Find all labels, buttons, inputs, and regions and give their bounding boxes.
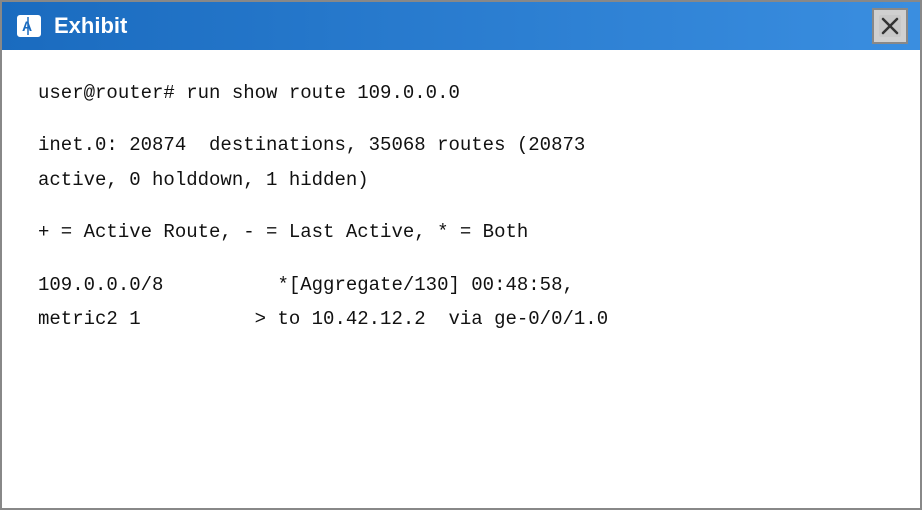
title-bar-left: A Exhibit	[14, 11, 127, 41]
window-title: Exhibit	[54, 13, 127, 39]
close-button[interactable]	[872, 8, 908, 44]
exhibit-icon: A	[14, 11, 44, 41]
exhibit-window: A Exhibit user@router# run show route 10…	[0, 0, 922, 510]
inet-line-2: active, 0 holddown, 1 hidden)	[38, 165, 884, 195]
legend-line: + = Active Route, - = Last Active, * = B…	[38, 217, 884, 247]
inet-line-1: inet.0: 20874 destinations, 35068 routes…	[38, 130, 884, 160]
command-line: user@router# run show route 109.0.0.0	[38, 78, 884, 108]
title-bar: A Exhibit	[2, 2, 920, 50]
route-line-1: 109.0.0.0/8 *[Aggregate/130] 00:48:58,	[38, 270, 884, 300]
svg-text:A: A	[22, 18, 32, 34]
route-line-2: metric2 1 > to 10.42.12.2 via ge-0/0/1.0	[38, 304, 884, 334]
terminal-content: user@router# run show route 109.0.0.0 in…	[2, 50, 920, 508]
